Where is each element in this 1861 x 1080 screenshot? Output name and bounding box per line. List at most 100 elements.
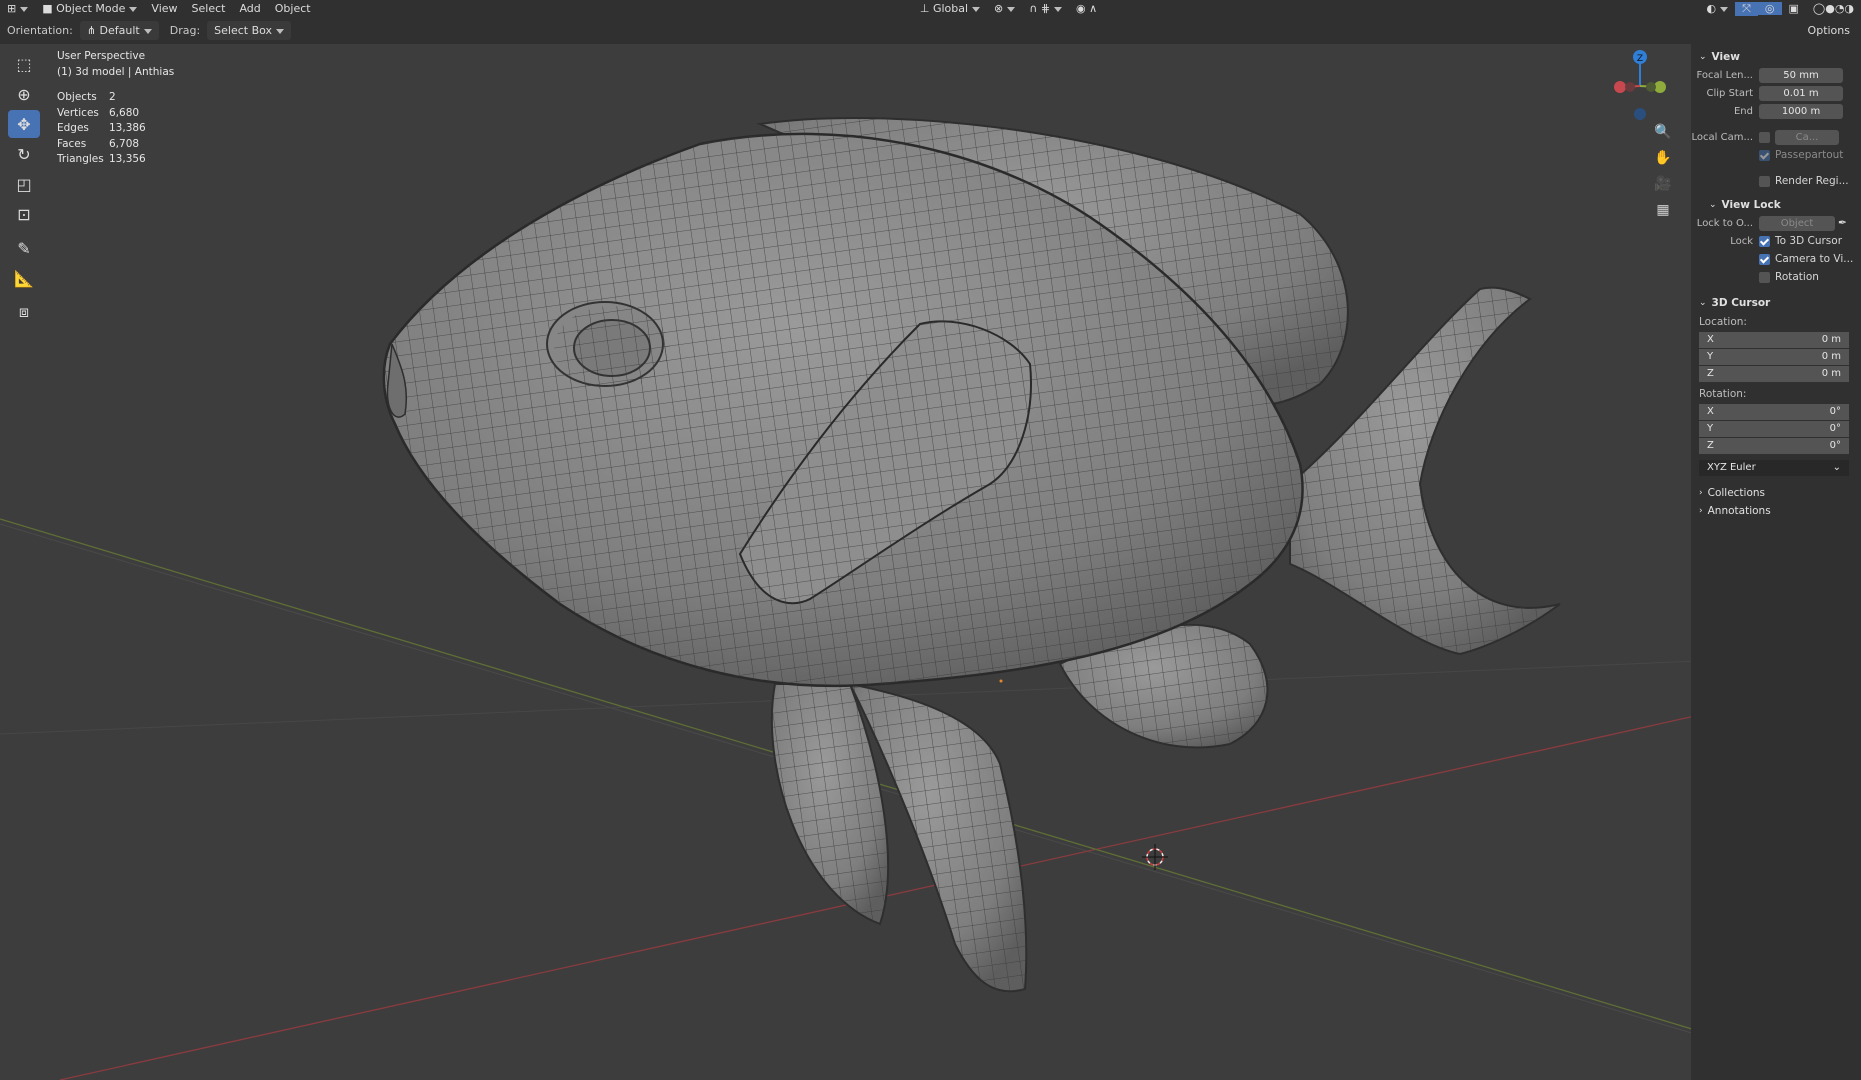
3d-viewport[interactable]: Z ⬚ ⊕ ✥ ↻ ◰ ⊡ ✎ 📐 ⧈ User Perspective (1)…: [0, 44, 1861, 1080]
gizmo-neg-x: [1625, 82, 1635, 92]
gizmo-toggle-icon[interactable]: ⤧: [1735, 1, 1758, 16]
rotation-mode-dropdown[interactable]: XYZ Euler ⌄: [1699, 460, 1849, 476]
clip-start-label: Clip Start: [1706, 87, 1754, 99]
eyedropper-icon[interactable]: ✒: [1838, 217, 1847, 229]
local-camera-field[interactable]: Ca...: [1775, 129, 1839, 145]
gizmo-neg-z: [1634, 108, 1646, 120]
view-panel-header[interactable]: ⌄ View: [1691, 48, 1861, 66]
shading-modes-icon[interactable]: ◯●◔◑: [1806, 2, 1861, 15]
menu-object[interactable]: Object: [268, 2, 318, 15]
proportional-edit-icon[interactable]: ◉ ∧: [1069, 2, 1104, 15]
active-collection: (1) 3d model | Anthias: [57, 65, 175, 78]
annotate-tool-icon[interactable]: ✎: [8, 234, 40, 262]
orientation-value: Default: [99, 24, 140, 37]
zoom-icon[interactable]: 🔍: [1651, 124, 1675, 146]
stat-row: Vertices 6,680: [57, 106, 140, 119]
editor-type-icon[interactable]: ⊞: [0, 2, 35, 15]
gizmo-neg-y: [1646, 82, 1656, 92]
pan-hand-icon[interactable]: ✋: [1651, 150, 1675, 172]
view-name: User Perspective: [57, 50, 146, 62]
snap-icon[interactable]: ∩ ⋕: [1022, 2, 1069, 15]
view-lock-header[interactable]: ⌄ View Lock: [1691, 196, 1861, 214]
3d-cursor-header[interactable]: ⌄ 3D Cursor: [1691, 294, 1861, 312]
viewport-stats-overlay: User Perspective (1) 3d model | Anthias …: [57, 49, 174, 168]
3d-cursor-title: 3D Cursor: [1711, 297, 1771, 309]
camera-to-view-label: Camera to Vi...: [1775, 253, 1854, 265]
clip-end-label: End: [1733, 105, 1753, 117]
menu-view[interactable]: View: [144, 2, 184, 15]
3d-cursor[interactable]: [1142, 844, 1168, 870]
cursor-location-y[interactable]: Y0 m: [1699, 349, 1849, 365]
stat-row: Faces 6,708: [57, 137, 140, 150]
local-camera-label: Local Cam...: [1691, 131, 1753, 143]
scale-tool-icon[interactable]: ◰: [8, 170, 40, 198]
annotations-header[interactable]: › Annotations: [1691, 502, 1861, 520]
measure-tool-icon[interactable]: 📐: [8, 264, 40, 292]
lock-to-object-field[interactable]: Object: [1759, 215, 1835, 231]
focal-length-field[interactable]: 50 mm: [1759, 67, 1843, 83]
rotate-tool-icon[interactable]: ↻: [8, 140, 40, 168]
annotations-title: Annotations: [1707, 505, 1771, 517]
object-origin: [999, 679, 1003, 683]
menu-add[interactable]: Add: [232, 2, 267, 15]
move-tool-icon[interactable]: ✥: [8, 110, 40, 138]
transform-orientation-dropdown[interactable]: ⊥ Global: [913, 2, 987, 15]
transform-tool-icon[interactable]: ⊡: [8, 200, 40, 228]
lock-rotation-checkbox[interactable]: [1759, 271, 1770, 283]
navigation-gizmo[interactable]: Z: [1614, 50, 1666, 120]
cursor-rotation-x[interactable]: X 0°: [1699, 404, 1849, 420]
visibility-icon[interactable]: ◐: [1699, 2, 1735, 15]
menu-select[interactable]: Select: [185, 2, 233, 15]
mode-label: Object Mode: [56, 2, 126, 15]
camera-to-view-checkbox[interactable]: [1759, 253, 1770, 265]
focal-length-label: Focal Len...: [1696, 69, 1753, 81]
rotation-label: Rotation:: [1699, 388, 1747, 400]
cursor-location-z[interactable]: Z0 m: [1699, 366, 1849, 382]
passepartout-checkbox[interactable]: [1759, 149, 1770, 161]
local-camera-checkbox[interactable]: [1759, 131, 1770, 143]
render-region-checkbox[interactable]: [1759, 175, 1770, 187]
drag-dropdown[interactable]: Select Box: [207, 21, 292, 40]
view-lock-title: View Lock: [1721, 199, 1781, 211]
perspective-toggle-icon[interactable]: ▦: [1651, 202, 1675, 224]
tool-shelf: ⬚ ⊕ ✥ ↻ ◰ ⊡ ✎ 📐 ⧈: [8, 50, 42, 328]
transform-orientation-label: Global: [932, 2, 969, 15]
add-cube-tool-icon[interactable]: ⧈: [8, 298, 40, 326]
collections-header[interactable]: › Collections: [1691, 484, 1861, 502]
lock-label: Lock: [1730, 235, 1753, 247]
collections-title: Collections: [1707, 487, 1766, 499]
stat-row: Triangles 13,356: [57, 153, 146, 165]
view-panel-title: View: [1711, 51, 1740, 63]
render-region-label: Render Regi...: [1775, 175, 1849, 187]
cursor-location-x[interactable]: X0 m: [1699, 332, 1849, 348]
lock-rotation-label: Rotation: [1775, 271, 1819, 283]
xray-icon[interactable]: ▣: [1782, 2, 1806, 15]
fish-eye-wireframe: [554, 306, 670, 390]
cursor-tool-icon[interactable]: ⊕: [8, 80, 40, 108]
clip-start-field[interactable]: 0.01 m: [1759, 85, 1843, 101]
gizmo-x-axis: [1614, 81, 1626, 93]
select-box-tool-icon[interactable]: ⬚: [8, 50, 40, 78]
drag-value: Select Box: [214, 24, 273, 37]
mode-dropdown[interactable]: ■ Object Mode: [35, 2, 144, 15]
options-button[interactable]: Options: [1800, 21, 1857, 40]
cursor-rotation-y[interactable]: Y 0°: [1699, 421, 1849, 437]
stat-row: Edges 13,386: [57, 122, 146, 134]
gizmo-z-label: Z: [1637, 54, 1643, 64]
tool-header: Orientation: ⋔ Default Drag: Select Box …: [0, 17, 1861, 45]
stat-row: Objects 2: [57, 91, 116, 103]
pivot-icon[interactable]: ⊗: [987, 2, 1022, 15]
lock-to-object-label: Lock to O...: [1696, 217, 1753, 229]
viewport-canvas: Z: [0, 50, 1861, 1080]
lock-to-cursor-label: To 3D Cursor: [1775, 235, 1843, 247]
overlay-toggle-icon[interactable]: ◎: [1757, 2, 1782, 15]
orientation-label: Orientation:: [7, 24, 73, 37]
camera-view-icon[interactable]: 🎥: [1651, 176, 1675, 198]
orientation-dropdown[interactable]: ⋔ Default: [79, 21, 159, 40]
lock-to-cursor-checkbox[interactable]: [1759, 235, 1770, 247]
clip-end-field[interactable]: 1000 m: [1759, 103, 1843, 119]
location-label: Location:: [1699, 316, 1747, 328]
cursor-rotation-z[interactable]: Z 0°: [1699, 438, 1849, 454]
passepartout-label: Passepartout: [1775, 149, 1844, 161]
drag-label: Drag:: [169, 24, 201, 37]
